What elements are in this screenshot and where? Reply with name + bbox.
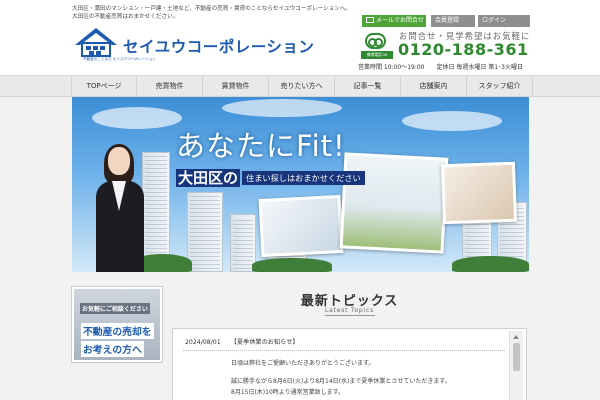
hero-title: あなたにFit! bbox=[176, 129, 346, 163]
phone-number[interactable]: 0120-188-361 bbox=[398, 40, 529, 59]
hero-subtitle-area: 大田区の bbox=[176, 169, 241, 187]
logo-text: セイユウコーポレーション bbox=[123, 38, 315, 56]
site-header: 大田区・蒲田のマンション・一戸建・土地など、不動産の売買・賃貸のことならセイユウ… bbox=[0, 0, 600, 75]
interior-photo bbox=[258, 194, 344, 258]
nav-item-staff[interactable]: スタッフ紹介 bbox=[467, 76, 533, 97]
sell-consult-banner[interactable]: お気軽にご相談ください 不動産の売却を お考えの方へ bbox=[71, 286, 163, 363]
banner-line: お気軽にご相談ください bbox=[80, 303, 150, 314]
topic-header[interactable]: 2024/08/01 【夏季休業のお知らせ】 bbox=[185, 337, 299, 346]
mail-contact-label: メールでお問合せ bbox=[376, 17, 425, 24]
topic-date: 2024/08/01 bbox=[185, 339, 221, 346]
trees bbox=[452, 256, 529, 272]
topics-divider bbox=[325, 315, 375, 316]
topic-text: 誠に勝手ながら8月6日(火)より8月14日(水)まで夏季休業とさせていただきます… bbox=[231, 378, 451, 385]
intro-line: 大田区・蒲田のマンション・一戸建・土地など、不動産の売買・賃貸のことならセイユウ… bbox=[72, 6, 352, 12]
register-button[interactable]: 会員登録 bbox=[431, 15, 475, 27]
nav-item-top[interactable]: TOPページ bbox=[71, 76, 137, 97]
intro-line: 大田区の不動産売買はおまかせください。 bbox=[72, 14, 179, 20]
cloud bbox=[92, 107, 182, 129]
topics-scrollbar[interactable] bbox=[509, 331, 523, 400]
logo-sub-label: 不動産のことなら セイユウコーポレーション bbox=[83, 57, 156, 61]
family-photo bbox=[440, 161, 518, 225]
nav-item-stores[interactable]: 店舗案内 bbox=[401, 76, 467, 97]
trees bbox=[252, 258, 332, 272]
scroll-up-icon[interactable] bbox=[513, 335, 519, 339]
cloud bbox=[402, 111, 502, 131]
topic-divider bbox=[183, 350, 505, 351]
nav-item-sale[interactable]: 売買物件 bbox=[137, 76, 203, 97]
login-button[interactable]: ログイン bbox=[478, 15, 530, 27]
freedial-label: 携帯電話OK bbox=[361, 51, 393, 59]
topic-text: 8月15日(木)10時より通常営業致します。 bbox=[231, 389, 345, 396]
site-logo[interactable]: 不動産のことなら セイユウコーポレーション セイユウコーポレーション bbox=[73, 27, 323, 65]
topic-title: 【夏季休業のお知らせ】 bbox=[230, 339, 299, 346]
topic-text: 日頃は弊社をご愛顧いただきありがとうございます。 bbox=[231, 360, 375, 367]
register-label: 会員登録 bbox=[435, 17, 460, 24]
hero-subtitle-text: 住まい探しはおまかせください bbox=[242, 171, 365, 185]
banner-heading: 不動産の売却を bbox=[81, 323, 154, 339]
main-nav: TOPページ 売買物件 賃貸物件 売りたい方へ 記事一覧 店舗案内 スタッフ紹介 bbox=[0, 75, 600, 97]
hero-banner[interactable]: あなたにFit! 大田区の 住まい探しはおまかせください bbox=[72, 97, 529, 272]
business-hours: 営業時間 10:00～19:00 定休日 毎週水曜日 第1･3火曜日 bbox=[358, 64, 523, 71]
hero-subtitle: 大田区の 住まい探しはおまかせください bbox=[176, 167, 365, 187]
mail-contact-button[interactable]: メールでお問合せ bbox=[362, 15, 426, 27]
building bbox=[187, 192, 223, 272]
freedial-icon bbox=[365, 33, 386, 49]
topics-subtitle: Latest Topics bbox=[324, 307, 375, 314]
banner-heading: お考えの方へ bbox=[81, 341, 144, 357]
staff-woman-image bbox=[94, 144, 146, 272]
nav-item-sellers[interactable]: 売りたい方へ bbox=[269, 76, 335, 97]
header-intro: 大田区・蒲田のマンション・一戸建・土地など、不動産の売買・賃貸のことならセイユウ… bbox=[72, 5, 351, 21]
cloud bbox=[222, 99, 342, 117]
login-label: ログイン bbox=[482, 17, 507, 24]
mail-icon bbox=[366, 17, 374, 23]
topics-list: 2024/08/01 【夏季休業のお知らせ】 日頃は弊社をご愛顧いただきありがとう… bbox=[172, 328, 527, 400]
nav-item-articles[interactable]: 記事一覧 bbox=[335, 76, 401, 97]
freedial-badge: 携帯電話OK bbox=[361, 31, 393, 59]
nav-item-rent[interactable]: 賃貸物件 bbox=[203, 76, 269, 97]
page: 大田区・蒲田のマンション・一戸建・土地など、不動産の売買・賃貸のことならセイユウ… bbox=[0, 0, 600, 400]
scroll-thumb[interactable] bbox=[513, 343, 520, 371]
